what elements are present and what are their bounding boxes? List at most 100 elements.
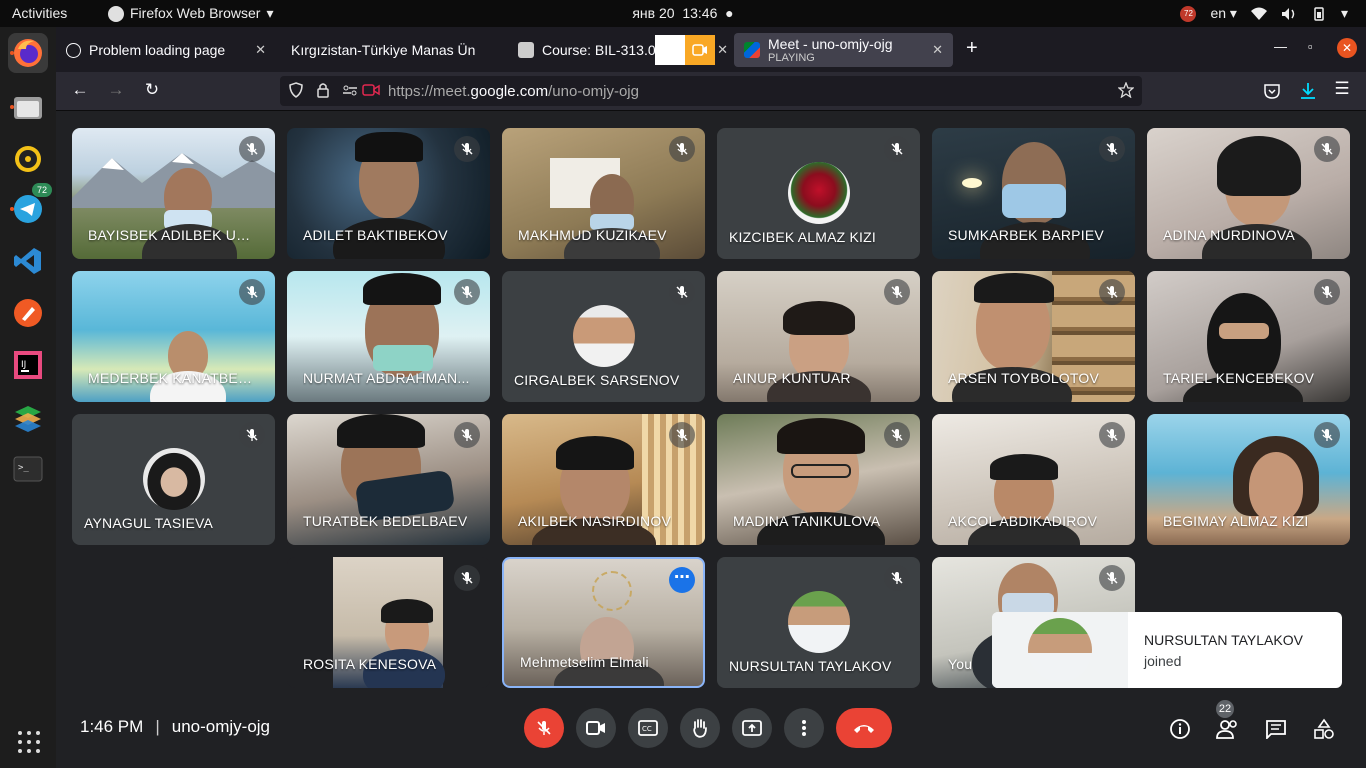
tab-course[interactable]: Course: BIL-313.04 ✕ bbox=[508, 33, 738, 67]
participant-tile[interactable]: MADINA TANIKULOVA bbox=[717, 414, 920, 545]
new-tab-button[interactable]: + bbox=[966, 37, 978, 60]
tab-manas-university[interactable]: Kırgızistan-Türkiye Manas Ün bbox=[281, 33, 503, 67]
downloads-icon[interactable] bbox=[1296, 82, 1320, 100]
tab-close-icon[interactable]: ✕ bbox=[717, 42, 728, 58]
participant-name: BEGIMAY ALMAZ KIZI bbox=[1163, 513, 1309, 529]
minimize-button[interactable]: — bbox=[1274, 39, 1287, 54]
bookmark-star-icon[interactable] bbox=[1118, 82, 1134, 98]
more-options-button[interactable]: ⋯ bbox=[669, 567, 695, 593]
volume-icon[interactable] bbox=[1281, 7, 1297, 21]
participant-tile[interactable]: ROSITA KENESOVA bbox=[287, 557, 490, 688]
pen-tool-icon bbox=[14, 299, 42, 327]
captions-button[interactable]: CC bbox=[628, 708, 668, 748]
muted-mic-icon bbox=[884, 422, 910, 448]
face-mask bbox=[373, 345, 433, 371]
tab-close-icon[interactable]: ✕ bbox=[932, 42, 943, 58]
participant-tile[interactable]: NURSULTAN TAYLAKOV bbox=[717, 557, 920, 688]
maximize-button[interactable]: ▫ bbox=[1308, 39, 1313, 54]
muted-mic-icon bbox=[884, 279, 910, 305]
activities-button[interactable]: Activities bbox=[12, 0, 67, 27]
participant-name: NURMAT ABDRAHMAN... bbox=[303, 370, 470, 386]
url-path: /uno-omjy-ojg bbox=[548, 83, 639, 100]
tab-meet[interactable]: Meet - uno-omjy-ojg PLAYING ✕ bbox=[734, 33, 953, 67]
telegram-icon bbox=[14, 195, 42, 223]
forward-button[interactable]: → bbox=[104, 80, 128, 100]
tab-problem-loading[interactable]: Problem loading page ✕ bbox=[56, 33, 276, 67]
pocket-icon[interactable] bbox=[1260, 83, 1284, 99]
participant-tile[interactable]: AKILBEK NASIRDINOV bbox=[502, 414, 705, 545]
raise-hand-button[interactable] bbox=[680, 708, 720, 748]
present-screen-button[interactable] bbox=[732, 708, 772, 748]
participant-tile[interactable]: SUMKARBEK BARPIEV bbox=[932, 128, 1135, 259]
meeting-details-button[interactable] bbox=[1166, 715, 1194, 743]
reload-button[interactable]: ↻ bbox=[140, 80, 164, 100]
files-icon bbox=[14, 97, 42, 119]
shield-icon[interactable] bbox=[288, 82, 304, 98]
muted-mic-icon bbox=[884, 565, 910, 591]
dock-layers-app[interactable] bbox=[8, 397, 48, 437]
participant-hair bbox=[556, 436, 634, 470]
participant-avatar-roses bbox=[788, 162, 850, 224]
app-menu[interactable]: Firefox Web Browser ▾ bbox=[108, 0, 273, 27]
participant-tile[interactable]: TURATBEK BEDELBAEV bbox=[287, 414, 490, 545]
muted-mic-icon bbox=[1099, 279, 1125, 305]
participant-tile[interactable]: AYNAGUL TASIEVA bbox=[72, 414, 275, 545]
svg-text:CC: CC bbox=[642, 725, 652, 733]
address-bar[interactable]: https://meet.google.com/uno-omjy-ojg bbox=[280, 76, 1142, 106]
dock-vscode[interactable] bbox=[8, 241, 48, 281]
tray-notification-badge[interactable]: 72 bbox=[1180, 5, 1197, 22]
camera-sharing-icon[interactable] bbox=[362, 82, 380, 98]
participant-tile[interactable]: AINUR KUNTUAR bbox=[717, 271, 920, 402]
dock-firefox[interactable] bbox=[8, 33, 48, 73]
meeting-code[interactable]: uno-omjy-ojg bbox=[172, 717, 270, 737]
tab-close-icon[interactable]: ✕ bbox=[255, 42, 266, 58]
participant-tile[interactable]: ADINA NURDINOVA bbox=[1147, 128, 1350, 259]
wifi-icon[interactable] bbox=[1250, 7, 1267, 21]
activities-button[interactable] bbox=[1310, 715, 1338, 743]
clock-button[interactable]: янв 20 13:46 ● bbox=[632, 5, 733, 21]
chat-button[interactable] bbox=[1262, 715, 1290, 743]
dock-inkscape[interactable] bbox=[8, 293, 48, 333]
participant-tile[interactable]: BAYISBEK ADILBEK UULU bbox=[72, 128, 275, 259]
lock-icon[interactable] bbox=[316, 82, 330, 98]
notification-participant-name: NURSULTAN TAYLAKOV bbox=[1144, 632, 1303, 648]
battery-icon[interactable] bbox=[1311, 6, 1327, 21]
meeting-info-separator: | bbox=[155, 717, 160, 736]
participant-tile[interactable]: AKCOL ABDIKADIROV bbox=[932, 414, 1135, 545]
dock-rhythmbox[interactable] bbox=[8, 139, 48, 179]
show-everyone-button[interactable] bbox=[1214, 715, 1242, 743]
join-notification[interactable]: NURSULTAN TAYLAKOV joined bbox=[992, 612, 1342, 688]
back-button[interactable]: ← bbox=[68, 80, 92, 100]
participant-tile[interactable]: ADILET BAKTIBEKOV bbox=[287, 128, 490, 259]
participant-tile[interactable]: CIRGALBEK SARSENOV bbox=[502, 271, 705, 402]
dock-files[interactable] bbox=[8, 87, 48, 127]
participant-tile[interactable]: MEDERBEK KANATBEK... bbox=[72, 271, 275, 402]
participant-tile[interactable]: KIZCIBEK ALMAZ KIZI bbox=[717, 128, 920, 259]
close-window-button[interactable]: ✕ bbox=[1337, 38, 1357, 58]
participant-hair bbox=[783, 301, 855, 335]
mic-toggle-button[interactable] bbox=[524, 708, 564, 748]
participant-hair bbox=[381, 599, 433, 623]
show-applications-grid-icon[interactable] bbox=[18, 731, 40, 753]
participant-tile[interactable]: MAKHMUD KUZIKAEV bbox=[502, 128, 705, 259]
keyboard-layout[interactable]: en ▾ bbox=[1210, 0, 1237, 27]
participant-tile[interactable]: TARIEL KENCEBEKOV bbox=[1147, 271, 1350, 402]
tab-title: Meet - uno-omjy-ojg bbox=[768, 35, 893, 52]
participant-tile[interactable]: ARSEN TOYBOLOTOV bbox=[932, 271, 1135, 402]
music-player-icon bbox=[15, 146, 41, 172]
participant-name: ROSITA KENESOVA bbox=[303, 656, 437, 672]
participant-tile[interactable]: NURMAT ABDRAHMAN... bbox=[287, 271, 490, 402]
muted-mic-icon bbox=[669, 279, 695, 305]
participant-tile-active-speaker[interactable]: ⋯ Mehmetselim Elmali bbox=[502, 557, 705, 688]
participant-tile[interactable]: BEGIMAY ALMAZ KIZI bbox=[1147, 414, 1350, 545]
dock-terminal[interactable]: >_ bbox=[8, 449, 48, 489]
camera-toggle-button[interactable] bbox=[576, 708, 616, 748]
participant-hair bbox=[1217, 136, 1301, 196]
more-options-button[interactable] bbox=[784, 708, 824, 748]
permissions-icon[interactable] bbox=[342, 82, 358, 98]
leave-call-button[interactable] bbox=[836, 708, 892, 748]
dock-intellij[interactable]: IJ bbox=[8, 345, 48, 385]
power-menu-icon[interactable]: ▾ bbox=[1341, 0, 1348, 27]
dock-telegram[interactable]: 72 bbox=[8, 183, 52, 229]
hamburger-menu-icon[interactable]: ☰ bbox=[1330, 79, 1354, 99]
